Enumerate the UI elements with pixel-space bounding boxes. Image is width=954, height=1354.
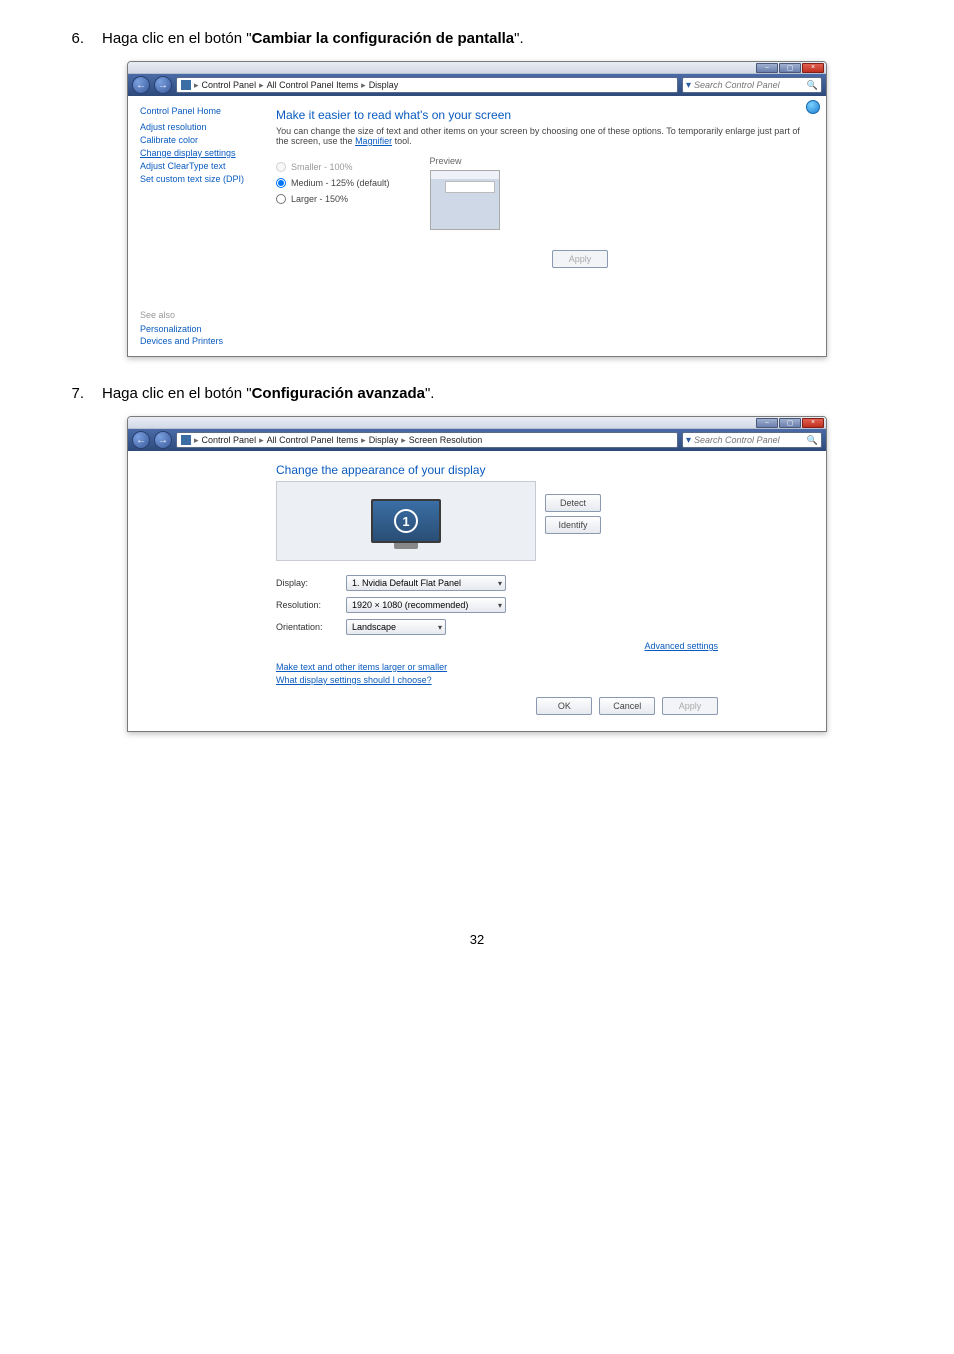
orientation-label: Orientation: xyxy=(276,622,346,632)
forward-button[interactable]: → xyxy=(154,431,172,449)
monitor-layout-area[interactable]: 1 Detect Identify xyxy=(276,481,536,561)
page-title: Change the appearance of your display xyxy=(276,463,808,477)
step6-number: 6. xyxy=(70,30,84,47)
close-button[interactable]: × xyxy=(802,63,824,73)
minimize-button[interactable]: – xyxy=(756,418,778,428)
navbar: ← → ▸ Control Panel ▸ All Control Panel … xyxy=(128,429,826,451)
maximize-button[interactable]: ▢ xyxy=(779,63,801,73)
resolution-label: Resolution: xyxy=(276,600,346,610)
sidebar-set-custom-dpi[interactable]: Set custom text size (DPI) xyxy=(140,174,250,184)
sidebar-calibrate-color[interactable]: Calibrate color xyxy=(140,135,250,145)
search-wrap: ▾ 🔍 xyxy=(682,432,822,448)
step6-text: Haga clic en el botón "Cambiar la config… xyxy=(102,30,524,47)
page-title: Make it easier to read what's on your sc… xyxy=(276,108,808,122)
make-text-larger-link[interactable]: Make text and other items larger or smal… xyxy=(276,662,808,672)
navbar: ← → ▸ Control Panel ▸ All Control Panel … xyxy=(128,74,826,96)
search-icon[interactable]: 🔍 xyxy=(807,435,818,446)
step7-number: 7. xyxy=(70,385,84,402)
close-button[interactable]: × xyxy=(802,418,824,428)
sidebar-change-display-settings[interactable]: Change display settings xyxy=(140,148,250,158)
sidebar: Control Panel Home Adjust resolution Cal… xyxy=(128,96,258,356)
cancel-button[interactable]: Cancel xyxy=(599,697,655,715)
search-icon[interactable]: 🔍 xyxy=(807,80,818,91)
sidebar-adjust-cleartype[interactable]: Adjust ClearType text xyxy=(140,161,250,171)
refresh-icon[interactable]: ▾ xyxy=(686,435,691,446)
help-icon[interactable] xyxy=(806,100,820,114)
page-description: You can change the size of text and othe… xyxy=(276,126,808,146)
detect-button[interactable]: Detect xyxy=(545,494,601,512)
what-settings-link[interactable]: What display settings should I choose? xyxy=(276,675,808,685)
window-display: – ▢ × ← → ▸ Control Panel ▸ All Control … xyxy=(127,61,827,357)
monitor-number-badge: 1 xyxy=(394,509,418,533)
window-screen-resolution: – ▢ × ← → ▸ Control Panel ▸ All Control … xyxy=(127,416,827,732)
sidebar-adjust-resolution[interactable]: Adjust resolution xyxy=(140,122,250,132)
control-panel-icon xyxy=(181,80,191,90)
control-panel-home-link[interactable]: Control Panel Home xyxy=(140,106,250,116)
page-number: 32 xyxy=(0,932,954,947)
radio-larger[interactable]: Larger - 150% xyxy=(276,194,390,204)
radio-medium[interactable]: Medium - 125% (default) xyxy=(276,178,390,188)
identify-button[interactable]: Identify xyxy=(545,516,601,534)
refresh-icon[interactable]: ▾ xyxy=(686,80,691,91)
orientation-select[interactable]: Landscape xyxy=(346,619,446,635)
monitor-1[interactable]: 1 xyxy=(371,499,441,543)
display-label: Display: xyxy=(276,578,346,588)
display-select[interactable]: 1. Nvidia Default Flat Panel xyxy=(346,575,506,591)
forward-button[interactable]: → xyxy=(154,76,172,94)
titlebar: – ▢ × xyxy=(128,417,826,429)
titlebar: – ▢ × xyxy=(128,62,826,74)
search-input[interactable] xyxy=(694,80,804,90)
maximize-button[interactable]: ▢ xyxy=(779,418,801,428)
breadcrumb[interactable]: ▸ Control Panel ▸ All Control Panel Item… xyxy=(176,432,678,448)
search-wrap: ▾ 🔍 xyxy=(682,77,822,93)
radio-smaller[interactable]: Smaller - 100% xyxy=(276,162,390,172)
preview-image xyxy=(430,170,500,230)
see-also-personalization[interactable]: Personalization xyxy=(140,324,250,334)
see-also-label: See also xyxy=(140,310,250,320)
advanced-settings-link[interactable]: Advanced settings xyxy=(644,641,718,651)
see-also-devices-printers[interactable]: Devices and Printers xyxy=(140,336,250,346)
search-input[interactable] xyxy=(694,435,804,445)
apply-button[interactable]: Apply xyxy=(662,697,718,715)
control-panel-icon xyxy=(181,435,191,445)
minimize-button[interactable]: – xyxy=(756,63,778,73)
step7-text: Haga clic en el botón "Configuración ava… xyxy=(102,385,434,402)
breadcrumb[interactable]: ▸ Control Panel ▸ All Control Panel Item… xyxy=(176,77,678,93)
back-button[interactable]: ← xyxy=(132,76,150,94)
preview-group: Preview xyxy=(430,156,500,230)
apply-button[interactable]: Apply xyxy=(552,250,608,268)
resolution-select[interactable]: 1920 × 1080 (recommended) xyxy=(346,597,506,613)
magnifier-link[interactable]: Magnifier xyxy=(355,136,392,146)
back-button[interactable]: ← xyxy=(132,431,150,449)
ok-button[interactable]: OK xyxy=(536,697,592,715)
